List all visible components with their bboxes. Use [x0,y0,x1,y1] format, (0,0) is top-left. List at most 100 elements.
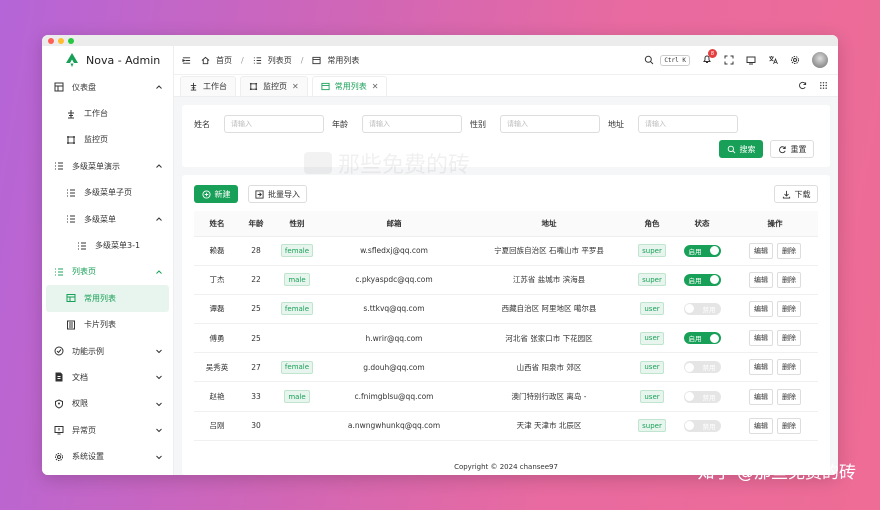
breadcrumb-list-page[interactable]: 列表页 [268,55,292,66]
delete-button[interactable]: 删除 [777,359,801,376]
edit-button[interactable]: 编辑 [749,359,773,376]
gear-icon[interactable] [790,55,800,65]
batch-import-button[interactable]: 批量导入 [248,185,307,203]
sidebar-item[interactable]: 系统设置 [42,443,173,469]
sidebar-item-label: 多级菜单 [84,214,116,224]
gender-input[interactable]: 请输入 [500,115,600,133]
new-button[interactable]: 新建 [194,185,238,203]
edit-button[interactable]: 编辑 [749,417,773,434]
plus-circle-icon [201,189,211,199]
column-header[interactable]: 状态 [672,211,732,237]
status-toggle[interactable]: 启用 [683,273,721,286]
sidebar-item[interactable]: 工作台 [42,100,173,126]
delete-button[interactable]: 删除 [777,417,801,434]
tab-label: 监控页 [263,82,287,91]
grid-menu-icon[interactable] [819,81,828,90]
tab-close-icon[interactable]: ✕ [292,82,299,91]
sidebar-item[interactable]: 仪表盘 [42,74,173,100]
sidebar-item[interactable]: 文档 [42,364,173,390]
list-icon [77,241,87,251]
cell-status: 启用 [672,323,732,354]
edit-button[interactable]: 编辑 [749,300,773,317]
fullscreen-icon[interactable] [724,55,734,65]
sidebar-item[interactable]: 监控页 [42,127,173,153]
delete-button[interactable]: 删除 [777,271,801,288]
cell-role: user [632,294,672,325]
age-input[interactable]: 请输入 [362,115,462,133]
sidebar-item[interactable]: 多级菜单 [42,206,173,232]
status-toggle[interactable]: 禁用 [683,302,721,315]
sidebar-item[interactable]: 异常页 [42,417,173,443]
status-toggle[interactable]: 禁用 [683,390,721,403]
search-shortcut[interactable]: Ctrl K [660,54,690,66]
delete-button[interactable]: 删除 [777,330,801,347]
sidebar-item[interactable]: 常用列表 [46,285,169,312]
notification-button[interactable]: 8 [702,49,717,66]
close-window-button[interactable] [48,37,54,44]
sidebar-item-label: 系统设置 [72,452,104,462]
cell-email: a.nwngwhunkq@qq.com [322,411,466,441]
column-header[interactable]: 姓名 [194,211,240,237]
download-button[interactable]: 下载 [774,185,818,203]
tab-common-list[interactable]: 常用列表 ✕ [311,76,388,96]
column-header[interactable]: 地址 [466,211,632,237]
table-row: 谭磊 25 female s.ttkvq@qq.com 西藏自治区 阿里地区 噶尔县 us… [194,294,818,325]
sidebar-item[interactable]: 权限 [42,391,173,417]
edit-button[interactable]: 编辑 [749,271,773,288]
edit-button[interactable]: 编辑 [749,242,773,259]
minimize-window-button[interactable] [58,37,64,44]
translate-icon[interactable] [768,55,778,65]
cell-age: 25 [240,323,272,354]
name-field: 姓名 请输入 [194,115,324,133]
search-button[interactable]: 搜索 [719,140,763,158]
tab-close-icon[interactable]: ✕ [372,82,379,91]
app-logo[interactable]: Nova - Admin [42,46,173,74]
address-input[interactable]: 请输入 [638,115,738,133]
app-window: Nova - Admin 仪表盘 工作台 监控页 多级菜单演示 多级菜单子页 多级菜单 多级… [42,35,838,475]
column-header[interactable]: 年龄 [240,211,272,237]
chevron-up-icon [156,270,162,274]
cell-email: h.wrir@qq.com [322,323,466,354]
edit-button[interactable]: 编辑 [749,388,773,405]
avatar[interactable] [812,52,828,68]
status-toggle[interactable]: 禁用 [683,419,721,432]
status-toggle[interactable]: 启用 [683,332,721,345]
refresh-icon[interactable] [798,81,807,90]
cell-gender: female [272,294,322,325]
error-page-icon [54,425,64,435]
status-toggle[interactable]: 禁用 [683,361,721,374]
sidebar-item-label: 仪表盘 [72,82,96,92]
column-header[interactable]: 邮箱 [322,211,466,237]
sidebar-item[interactable]: 列表页 [42,259,173,285]
reset-button[interactable]: 重置 [770,140,814,158]
gender-tag: female [280,360,314,374]
breadcrumb-separator: / [241,55,244,65]
tab-workbench[interactable]: 工作台 [180,76,236,96]
search-icon[interactable] [644,55,654,65]
sidebar-item[interactable]: 多级菜单演示 [42,153,173,179]
sidebar-item[interactable]: 多级菜单子页 [42,180,173,206]
column-header[interactable]: 操作 [732,211,818,237]
sidebar-item[interactable]: 卡片列表 [42,312,173,338]
breadcrumb-home[interactable]: 首页 [216,55,232,66]
menu-collapse-icon[interactable] [182,56,191,65]
delete-button[interactable]: 删除 [777,388,801,405]
status-toggle[interactable]: 启用 [683,244,721,257]
maximize-window-button[interactable] [68,37,74,44]
sidebar-item[interactable]: 功能示例 [42,338,173,364]
tab-label: 工作台 [203,82,227,91]
sidebar-item[interactable]: 多级菜单3-1 [42,232,173,258]
cell-age: 27 [240,352,272,383]
delete-button[interactable]: 删除 [777,242,801,259]
table-header-row: 姓名 年龄 性别 邮箱 地址 角色 状态 操作 [194,211,818,237]
column-header[interactable]: 角色 [632,211,672,237]
column-header[interactable]: 性别 [272,211,322,237]
download-button-label: 下载 [794,189,811,199]
table-row: 赖磊 28 female w.sfledxj@qq.com 宁夏回族自治区 石嘴山市 平… [194,236,818,266]
screen-icon[interactable] [746,55,756,65]
tab-monitor[interactable]: 监控页 ✕ [240,76,308,96]
name-input[interactable]: 请输入 [224,115,324,133]
shield-icon [54,399,64,409]
edit-button[interactable]: 编辑 [749,330,773,347]
delete-button[interactable]: 删除 [777,300,801,317]
